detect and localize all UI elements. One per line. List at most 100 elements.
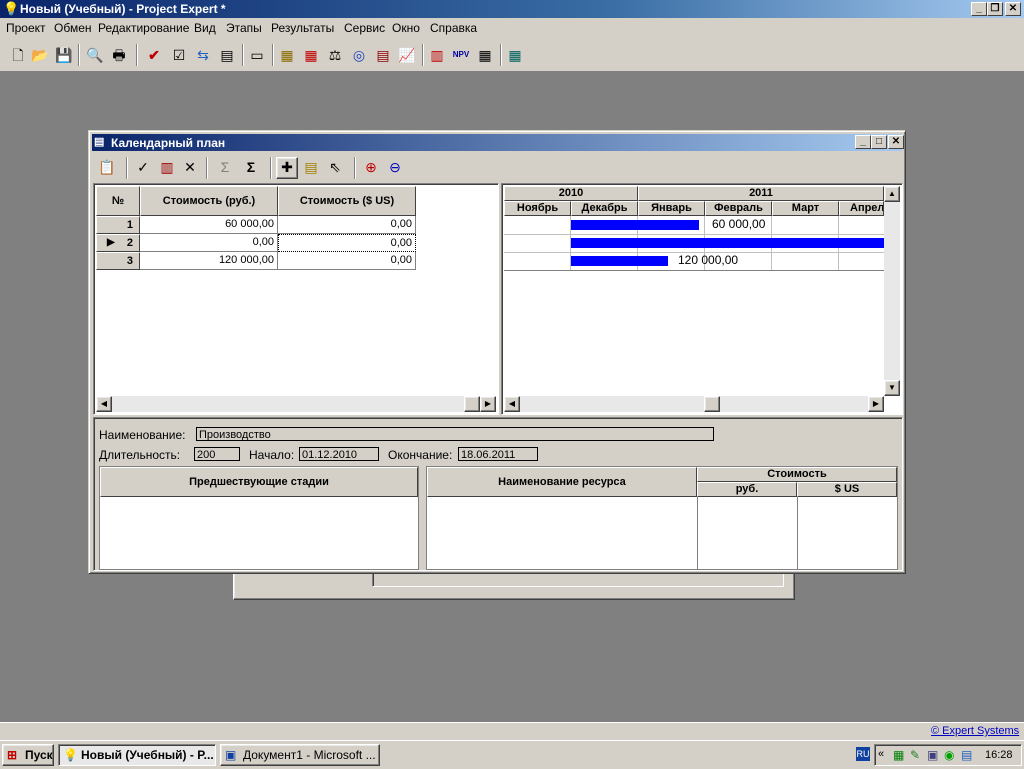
prev-stages-header[interactable]: Предшествующие стадии [100, 467, 418, 497]
cost-usd-cell[interactable]: 0,00 [278, 216, 416, 234]
check-icon[interactable]: ✓ [134, 158, 152, 176]
end-date-field[interactable]: 18.06.2011 [458, 447, 538, 461]
tray-app-icon[interactable]: ▣ [927, 748, 938, 762]
open-folder-icon[interactable]: 📂 [31, 46, 49, 64]
usd-header[interactable]: $ US [797, 482, 897, 497]
gantt-bar-stage-3[interactable] [571, 256, 668, 266]
scroll-down-button[interactable]: ▼ [884, 380, 900, 396]
gantt-bar-stage-2[interactable] [571, 238, 884, 248]
check-icon[interactable]: ✔ [145, 46, 163, 64]
col-header-cost-usd[interactable]: Стоимость ($ US) [278, 186, 416, 216]
taskbar-item-word[interactable]: ▣ Документ1 - Microsoft ... [220, 744, 380, 766]
balance-icon[interactable]: ⚖ [326, 46, 344, 64]
menu-project[interactable]: Проект [6, 21, 46, 35]
menu-view[interactable]: Вид [194, 21, 216, 35]
gantt-add-icon[interactable]: ▥ [158, 158, 176, 176]
start-button[interactable]: ⊞ Пуск [2, 744, 54, 766]
npv-icon[interactable]: NPV [452, 46, 470, 64]
cost-rub-cell[interactable]: 120 000,00 [140, 252, 278, 270]
scroll-thumb[interactable] [704, 396, 720, 412]
sum-icon[interactable]: Σ [242, 158, 260, 176]
chart-icon[interactable]: 📈 [398, 46, 416, 64]
taskbar-item-project-expert[interactable]: 💡 Новый (Учебный) - P... [58, 744, 216, 766]
print-preview-icon[interactable]: 🔍 [86, 46, 104, 64]
cost-usd-cell-focused[interactable]: 0,00 [278, 234, 416, 252]
zoom-in-icon[interactable]: ⊕ [362, 158, 380, 176]
table-horizontal-scrollbar[interactable]: ◀ ▶ [96, 396, 496, 412]
toolbar-separator [242, 44, 244, 66]
save-icon[interactable]: 💾 [55, 46, 73, 64]
scroll-left-button[interactable]: ◀ [504, 396, 520, 412]
cost-rub-cell[interactable]: 0,00 [140, 234, 278, 252]
menu-help[interactable]: Справка [430, 21, 477, 35]
gantt-row-line [504, 270, 884, 271]
col-header-cost-rub[interactable]: Стоимость (руб.) [140, 186, 278, 216]
menu-window[interactable]: Окно [392, 21, 420, 35]
expert-systems-link[interactable]: © Expert Systems [931, 725, 1019, 737]
duration-field[interactable]: 200 [194, 447, 240, 461]
menu-results[interactable]: Результаты [271, 21, 334, 35]
properties-icon[interactable]: 📋 [98, 158, 116, 176]
menu-exchange[interactable]: Обмен [54, 21, 92, 35]
minimize-button[interactable]: _ [971, 2, 987, 16]
resource-name-header[interactable]: Наименование ресурса [427, 467, 697, 497]
app-title-bar: 💡 Новый (Учебный) - Project Expert * _ ❐… [0, 0, 1024, 18]
gantt-horizontal-scrollbar[interactable]: ◀ ▶ [504, 396, 884, 412]
table-icon[interactable]: ▤ [218, 46, 236, 64]
form-icon[interactable]: ▭ [248, 46, 266, 64]
exchange-icon[interactable]: ⇆ [194, 46, 212, 64]
new-file-icon[interactable]: 🗋 [9, 46, 27, 64]
tray-expand-icon[interactable]: « [878, 748, 884, 760]
zoom-out-icon[interactable]: ⊖ [386, 158, 404, 176]
main-toolbar: 🗋 📂 💾 🔍 🖶 ✔ ☑ ⇆ ▤ ▭ ▦ ▦ ⚖ ◎ ▤ 📈 ▥ NPV ▦ … [0, 38, 1024, 72]
window-title: Календарный план [111, 136, 226, 150]
rub-header[interactable]: руб. [697, 482, 797, 497]
child-maximize-button[interactable]: □ [871, 135, 887, 149]
pointer-icon[interactable]: ⇖ [326, 158, 344, 176]
status-bar: © Expert Systems [0, 722, 1024, 741]
report-icon[interactable]: ◎ [350, 46, 368, 64]
scroll-right-button[interactable]: ▶ [868, 396, 884, 412]
gantt-vertical-scrollbar[interactable]: ▲ ▼ [884, 186, 900, 396]
cost-rub-cell[interactable]: 60 000,00 [140, 216, 278, 234]
bar-chart-icon[interactable]: ▥ [428, 46, 446, 64]
cost-usd-cell[interactable]: 0,00 [278, 252, 416, 270]
add-stage-icon[interactable]: ✚ [276, 157, 298, 179]
document-icon[interactable]: ▦ [278, 46, 296, 64]
grid-icon[interactable]: ▦ [476, 46, 494, 64]
calendar-plan-title-bar: ▤ Календарный план _ □ ✕ [92, 134, 904, 151]
menu-service[interactable]: Сервис [344, 21, 385, 35]
hierarchy-icon[interactable]: ▤ [302, 158, 320, 176]
scroll-right-button[interactable]: ▶ [480, 396, 496, 412]
gantt-bar-stage-1[interactable] [571, 220, 699, 230]
row-number[interactable]: 1 [96, 216, 140, 234]
col-header-number[interactable]: № [96, 186, 140, 216]
tray-app-icon[interactable]: ◉ [944, 748, 954, 762]
cashflow-icon[interactable]: ▦ [302, 46, 320, 64]
month-header: Декабрь [571, 201, 638, 216]
calculator-icon[interactable]: ▦ [506, 46, 524, 64]
close-button[interactable]: ✕ [1005, 2, 1021, 16]
menu-stages[interactable]: Этапы [226, 21, 262, 35]
tray-app-icon[interactable]: ✎ [910, 748, 920, 762]
calc-icon[interactable]: ☑ [170, 46, 188, 64]
clock[interactable]: 16:28 [985, 749, 1013, 761]
tray-app-icon[interactable]: ▤ [961, 748, 972, 762]
toolbar-separator [78, 44, 80, 66]
list-icon[interactable]: ▤ [374, 46, 392, 64]
child-close-button[interactable]: ✕ [888, 135, 904, 149]
language-indicator[interactable]: RU [856, 747, 870, 761]
row-number[interactable]: 3 [96, 252, 140, 270]
row-number[interactable]: ▶ 2 [96, 234, 140, 252]
name-field[interactable]: Производство [196, 427, 714, 441]
menu-edit[interactable]: Редактирование [98, 21, 189, 35]
child-minimize-button[interactable]: _ [855, 135, 871, 149]
scroll-up-button[interactable]: ▲ [884, 186, 900, 202]
scroll-thumb[interactable] [464, 396, 480, 412]
tray-app-icon[interactable]: ▦ [893, 748, 904, 762]
print-icon[interactable]: 🖶 [110, 46, 128, 64]
scroll-left-button[interactable]: ◀ [96, 396, 112, 412]
start-date-field[interactable]: 01.12.2010 [299, 447, 379, 461]
delete-icon[interactable]: ✕ [181, 158, 199, 176]
restore-button[interactable]: ❐ [987, 2, 1003, 16]
